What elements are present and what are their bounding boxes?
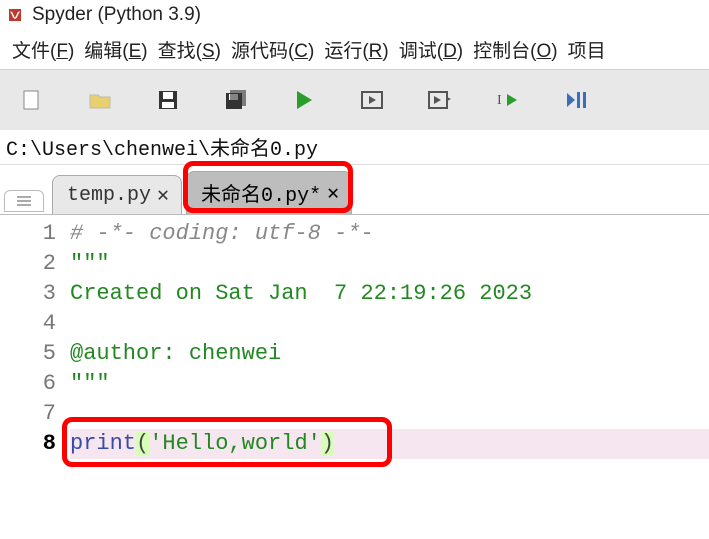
run-cell-button[interactable]: [360, 88, 384, 112]
menu-run[interactable]: 运行(R): [320, 34, 392, 65]
svg-text:I: I: [497, 93, 502, 108]
window-title: Spyder (Python 3.9): [32, 4, 201, 26]
menu-projects[interactable]: 项目: [564, 34, 610, 65]
tab-unnamed0-py[interactable]: 未命名0.py* ✕: [186, 171, 352, 214]
file-path: C:\Users\chenwei\未命名0.py: [0, 130, 709, 165]
line-number: 7: [0, 399, 56, 429]
toolbar: I: [0, 70, 709, 130]
menu-search[interactable]: 查找(S): [154, 34, 225, 65]
code-line: # -*- coding: utf-8 -*-: [70, 219, 709, 249]
line-gutter: 1 2 3 4 5 6 7 8: [0, 219, 70, 459]
tab-temp-py[interactable]: temp.py ✕: [52, 175, 182, 214]
tab-list-button[interactable]: [4, 190, 44, 212]
line-number: 6: [0, 369, 56, 399]
close-icon[interactable]: ✕: [327, 180, 339, 206]
close-icon[interactable]: ✕: [157, 182, 169, 208]
line-number: 3: [0, 279, 56, 309]
line-number-current: 8: [0, 429, 56, 459]
menu-edit[interactable]: 编辑(E): [80, 34, 151, 65]
menu-debug[interactable]: 调试(D): [395, 34, 467, 65]
run-cell-advance-button[interactable]: [428, 88, 452, 112]
code-line: """: [70, 369, 709, 399]
code-line: [70, 399, 709, 429]
save-all-button[interactable]: [224, 88, 248, 112]
menu-bar: 文件(F) 编辑(E) 查找(S) 源代码(C) 运行(R) 调试(D) 控制台…: [0, 30, 709, 70]
code-editor[interactable]: 1 2 3 4 5 6 7 8 # -*- coding: utf-8 -*- …: [0, 215, 709, 459]
menu-consoles[interactable]: 控制台(O): [469, 34, 561, 65]
run-selection-button[interactable]: I: [496, 88, 520, 112]
tab-label: 未命名0.py*: [201, 178, 321, 208]
code-line: """: [70, 249, 709, 279]
open-file-button[interactable]: [88, 88, 112, 112]
editor-tabstrip: temp.py ✕ 未命名0.py* ✕: [0, 165, 709, 215]
debug-button[interactable]: [564, 88, 588, 112]
code-line-current: print('Hello,world'): [70, 429, 709, 459]
code-area[interactable]: # -*- coding: utf-8 -*- """ Created on S…: [70, 219, 709, 459]
line-number: 5: [0, 339, 56, 369]
code-line: [70, 309, 709, 339]
line-number: 4: [0, 309, 56, 339]
line-number: 2: [0, 249, 56, 279]
spyder-logo-icon: [6, 6, 24, 24]
code-line: @author: chenwei: [70, 339, 709, 369]
tab-label: temp.py: [67, 184, 151, 207]
menu-source[interactable]: 源代码(C): [227, 34, 318, 65]
menu-file[interactable]: 文件(F): [8, 34, 78, 65]
code-line: Created on Sat Jan 7 22:19:26 2023: [70, 279, 709, 309]
title-bar: Spyder (Python 3.9): [0, 0, 709, 30]
line-number: 1: [0, 219, 56, 249]
save-button[interactable]: [156, 88, 180, 112]
run-button[interactable]: [292, 88, 316, 112]
new-file-button[interactable]: [20, 88, 44, 112]
